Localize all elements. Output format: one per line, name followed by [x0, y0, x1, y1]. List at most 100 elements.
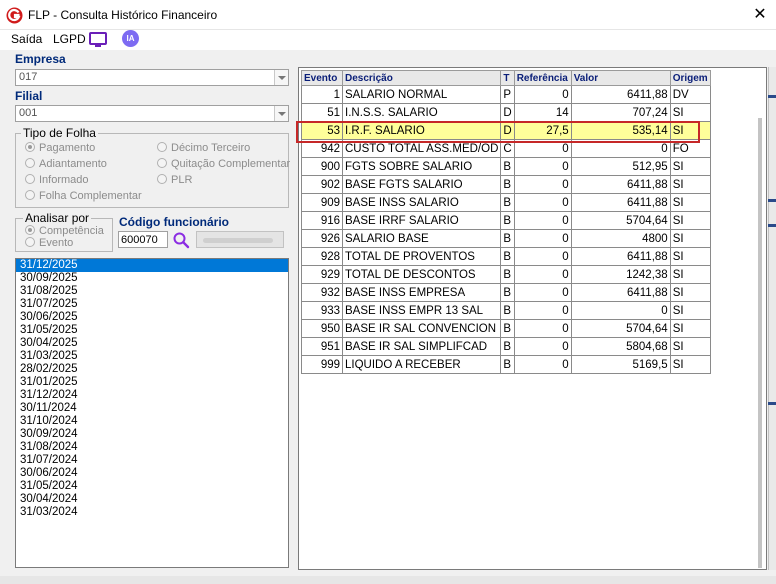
- table-row[interactable]: 933 BASE INSS EMPR 13 SAL B 0 0 SI: [301, 301, 711, 320]
- grid-cell: B: [500, 355, 515, 374]
- date-list-item[interactable]: 31/08/2025: [16, 285, 288, 298]
- radio-decimo-terceiro[interactable]: Décimo Terceiro: [157, 142, 250, 154]
- grid-cell: 6411,88: [570, 247, 671, 266]
- radio-informado[interactable]: Informado: [25, 174, 89, 186]
- grid-cell: SI: [669, 247, 711, 266]
- table-row[interactable]: 1 SALARIO NORMAL P 0 6411,88 DV: [301, 85, 711, 104]
- grid-cell: B: [500, 157, 515, 176]
- grid-cell: FO: [669, 139, 711, 158]
- date-list-item[interactable]: 30/04/2025: [16, 337, 288, 350]
- background-divider: [768, 199, 776, 202]
- date-list-item[interactable]: 30/11/2024: [16, 402, 288, 415]
- competencia-list[interactable]: 31/12/2025 30/09/2025 31/08/2025 31/07/2025…: [15, 258, 289, 568]
- date-list-item[interactable]: 31/12/2025: [16, 259, 288, 272]
- radio-pagamento[interactable]: Pagamento: [25, 142, 95, 154]
- grid-cell: 0: [513, 265, 572, 284]
- grid-cell: 707,24: [570, 103, 671, 122]
- table-row[interactable]: 900 FGTS SOBRE SALARIO B 0 512,95 SI: [301, 157, 711, 176]
- table-row[interactable]: 951 BASE IR SAL SIMPLIFCAD B 0 5804,68 SI: [301, 337, 711, 356]
- grid-cell: 902: [301, 175, 343, 194]
- menu-saida[interactable]: Saída: [11, 32, 42, 46]
- grid-cell: TOTAL DE PROVENTOS: [341, 247, 502, 266]
- grid-cell: CUSTO TOTAL ASS.MED/OD: [341, 139, 502, 158]
- table-row[interactable]: 950 BASE IR SAL CONVENCION B 0 5704,64 SI: [301, 319, 711, 338]
- table-row[interactable]: 932 BASE INSS EMPRESA B 0 6411,88 SI: [301, 283, 711, 302]
- grid-column-header[interactable]: Valor: [570, 70, 671, 86]
- radio-evento[interactable]: Evento: [25, 237, 73, 249]
- grid-cell: 53: [301, 121, 343, 140]
- grid-cell: 0: [513, 139, 572, 158]
- menu-lgpd[interactable]: LGPD: [53, 32, 86, 46]
- window-bottom-edge: [0, 576, 776, 584]
- grid-cell: FGTS SOBRE SALARIO: [341, 157, 502, 176]
- table-row[interactable]: 928 TOTAL DE PROVENTOS B 0 6411,88 SI: [301, 247, 711, 266]
- monitor-icon[interactable]: [89, 32, 107, 48]
- background-window-edge: [768, 67, 776, 570]
- table-row[interactable]: 51 I.N.S.S. SALARIO D 14 707,24 SI: [301, 103, 711, 122]
- grid-cell: P: [500, 85, 515, 104]
- title-bar: FLP - Consulta Histórico Financeiro ✕: [0, 0, 776, 30]
- grid-column-header[interactable]: T: [500, 70, 515, 86]
- date-list-item[interactable]: 30/09/2025: [16, 272, 288, 285]
- chevron-down-icon[interactable]: [274, 70, 288, 85]
- codigo-funcionario-input[interactable]: [118, 231, 168, 248]
- date-list-item[interactable]: 31/03/2025: [16, 350, 288, 363]
- grid-cell: 5704,64: [570, 319, 671, 338]
- date-list-item[interactable]: 30/09/2024: [16, 428, 288, 441]
- grid-cell: 950: [301, 319, 343, 338]
- grid-scrollbar[interactable]: [758, 118, 762, 568]
- close-button[interactable]: ✕: [748, 2, 772, 28]
- grid-column-header[interactable]: Evento: [301, 70, 343, 86]
- search-icon[interactable]: [172, 231, 190, 249]
- radio-plr[interactable]: PLR: [157, 174, 192, 186]
- radio-adiantamento[interactable]: Adiantamento: [25, 158, 107, 170]
- date-list-item[interactable]: 31/03/2024: [16, 506, 288, 519]
- date-list-item[interactable]: 31/10/2024: [16, 415, 288, 428]
- date-list-item[interactable]: 31/01/2025: [16, 376, 288, 389]
- date-list-item[interactable]: 28/02/2025: [16, 363, 288, 376]
- grid-cell: I.N.S.S. SALARIO: [341, 103, 502, 122]
- grid-column-header[interactable]: Origem: [669, 70, 711, 86]
- date-list-item[interactable]: 30/04/2024: [16, 493, 288, 506]
- grid-cell: 6411,88: [570, 193, 671, 212]
- table-row[interactable]: 942 CUSTO TOTAL ASS.MED/OD C 0 0 FO: [301, 139, 711, 158]
- empresa-select[interactable]: 017: [15, 69, 289, 86]
- table-row[interactable]: 902 BASE FGTS SALARIO B 0 6411,88 SI: [301, 175, 711, 194]
- grid-cell: 0: [513, 175, 572, 194]
- grid-cell: 512,95: [570, 157, 671, 176]
- table-row[interactable]: 999 LIQUIDO A RECEBER B 0 5169,5 SI: [301, 355, 711, 374]
- grid-cell: 0: [513, 229, 572, 248]
- table-row[interactable]: 909 BASE INSS SALARIO B 0 6411,88 SI: [301, 193, 711, 212]
- date-list-item[interactable]: 30/06/2024: [16, 467, 288, 480]
- date-list-item[interactable]: 31/08/2024: [16, 441, 288, 454]
- grid-cell: 929: [301, 265, 343, 284]
- table-row[interactable]: 916 BASE IRRF SALARIO B 0 5704,64 SI: [301, 211, 711, 230]
- grid-column-header[interactable]: Referência: [513, 70, 572, 86]
- codigo-funcionario-label: Código funcionário: [119, 215, 229, 229]
- ia-assistant-icon[interactable]: IA: [122, 30, 139, 47]
- table-row[interactable]: 929 TOTAL DE DESCONTOS B 0 1242,38 SI: [301, 265, 711, 284]
- chevron-down-icon[interactable]: [274, 106, 288, 121]
- grid-cell: BASE INSS EMPR 13 SAL: [341, 301, 502, 320]
- grid-cell: SI: [669, 175, 711, 194]
- grid-cell: 1242,38: [570, 265, 671, 284]
- radio-quitacao-complementar[interactable]: Quitação Complementar: [157, 158, 290, 170]
- table-row[interactable]: 53 I.R.F. SALARIO D 27,5 535,14 SI: [301, 121, 711, 140]
- background-divider: [768, 402, 776, 405]
- date-list-item[interactable]: 31/12/2024: [16, 389, 288, 402]
- date-list-item[interactable]: 30/06/2025: [16, 311, 288, 324]
- grid-cell: 999: [301, 355, 343, 374]
- date-list-item[interactable]: 31/07/2025: [16, 298, 288, 311]
- menu-bar: Saída LGPD: [0, 30, 776, 50]
- date-list-item[interactable]: 31/05/2024: [16, 480, 288, 493]
- grid-cell: B: [500, 247, 515, 266]
- date-list-item[interactable]: 31/07/2024: [16, 454, 288, 467]
- date-list-item[interactable]: 31/05/2025: [16, 324, 288, 337]
- radio-folha-complementar[interactable]: Folha Complementar: [25, 190, 142, 202]
- grid-column-header[interactable]: Descrição: [341, 70, 502, 86]
- grid-cell: 916: [301, 211, 343, 230]
- grid-cell: 14: [513, 103, 572, 122]
- table-row[interactable]: 926 SALARIO BASE B 0 4800 SI: [301, 229, 711, 248]
- radio-competencia[interactable]: Competência: [25, 225, 104, 237]
- filial-select[interactable]: 001: [15, 105, 289, 122]
